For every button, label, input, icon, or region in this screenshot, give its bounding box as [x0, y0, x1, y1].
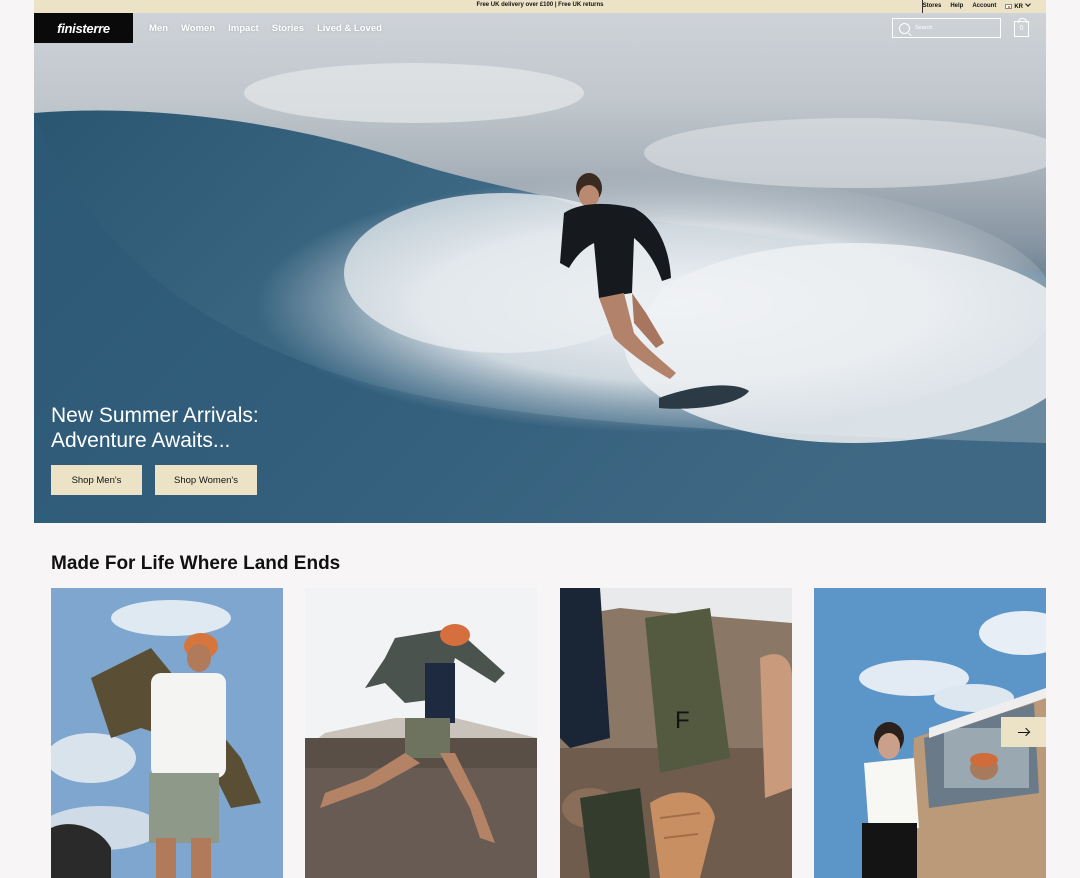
- shop-mens-button[interactable]: Shop Men's: [51, 465, 142, 495]
- carousel-next-button[interactable]: [1001, 717, 1046, 747]
- search-icon: [899, 22, 910, 34]
- cart-count: 0: [1019, 25, 1024, 32]
- nav-item-stories[interactable]: Stories: [272, 23, 304, 34]
- hero-heading-line1: New Summer Arrivals:: [51, 404, 259, 427]
- card-image-woman-leaping: [305, 588, 537, 878]
- flag-icon: [1005, 3, 1013, 9]
- search-box[interactable]: [892, 18, 1001, 38]
- svg-text:F: F: [675, 707, 690, 734]
- shop-womens-button[interactable]: Shop Women's: [155, 465, 257, 495]
- utility-links: Stores Help Account KR: [923, 1, 1031, 10]
- hero-heading-line2: Adventure Awaits...: [51, 429, 231, 452]
- stores-link[interactable]: Stores: [923, 3, 942, 9]
- main-nav: Men Women Impact Stories Lived & Loved: [149, 23, 382, 34]
- card-image-drybag: F: [560, 588, 792, 878]
- carousel-card-1[interactable]: [51, 588, 283, 878]
- nav-item-women[interactable]: Women: [181, 23, 215, 34]
- search-input[interactable]: [915, 25, 995, 31]
- help-link[interactable]: Help: [950, 3, 963, 9]
- cart-button[interactable]: 0: [1014, 18, 1029, 37]
- nav-item-lived-loved[interactable]: Lived & Loved: [317, 23, 382, 34]
- card-image-man-jacket: [51, 588, 283, 878]
- announcement-text: Free UK delivery over £100 | Free UK ret…: [476, 2, 604, 8]
- carousel-card-2[interactable]: [305, 588, 537, 878]
- account-link[interactable]: Account: [972, 3, 996, 9]
- announcement-bar: Free UK delivery over £100 | Free UK ret…: [34, 0, 1046, 13]
- hero-banner[interactable]: finisterre Men Women Impact Stories Live…: [34, 13, 1046, 523]
- brand-logo[interactable]: finisterre: [34, 13, 133, 43]
- region-selector[interactable]: KR: [1005, 1, 1031, 10]
- nav-item-impact[interactable]: Impact: [228, 23, 259, 34]
- section-title: Made For Life Where Land Ends: [51, 553, 341, 574]
- logo-text: finisterre: [57, 20, 110, 36]
- nav-item-men[interactable]: Men: [149, 23, 168, 34]
- region-label: KR: [1014, 4, 1023, 10]
- arrow-right-icon: [1018, 731, 1029, 733]
- chevron-down-icon: [1025, 1, 1031, 7]
- hero-heading: New Summer Arrivals: Adventure Awaits...: [51, 403, 259, 453]
- page: Free UK delivery over £100 | Free UK ret…: [34, 0, 1046, 878]
- carousel-card-3[interactable]: F: [560, 588, 792, 878]
